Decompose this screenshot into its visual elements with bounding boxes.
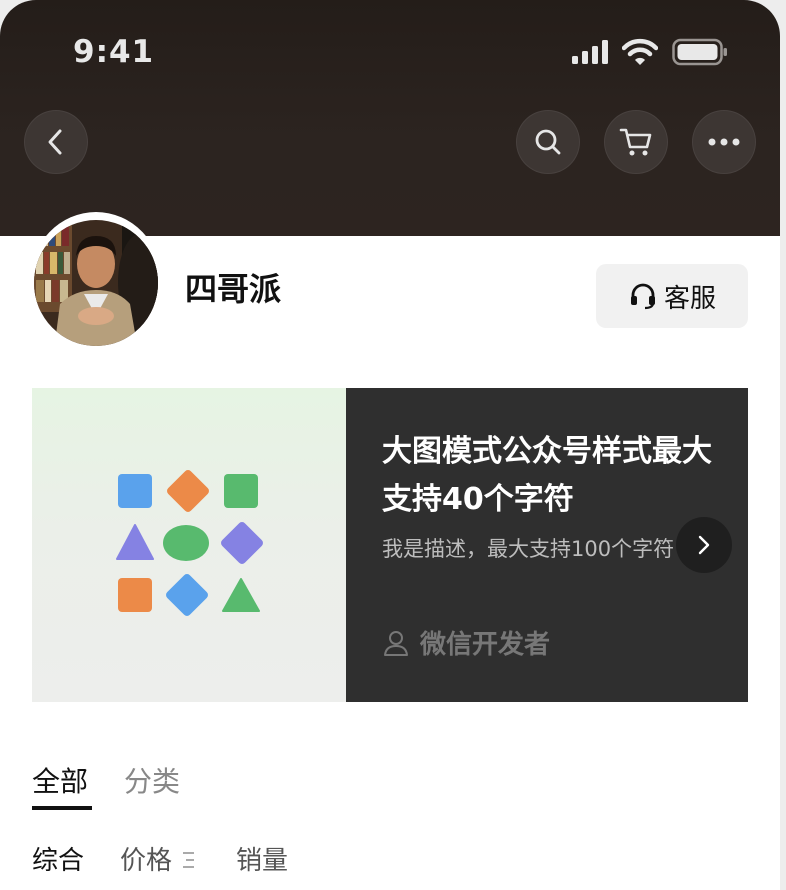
cart-icon [619,128,652,156]
tab-category[interactable]: 分类 [124,760,180,800]
avatar-photo [34,220,158,346]
search-button[interactable] [516,110,580,174]
shop-header: 9:41 [0,0,780,236]
battery-icon [672,38,727,66]
customer-service-label: 客服 [663,283,716,314]
search-icon [535,129,561,155]
banner-image [32,388,346,702]
banner-info: 大图模式公众号样式最大支持40个字符 我是描述，最大支持100个字符 微信开发者 [346,388,748,702]
sort-price-label: 价格 [120,846,173,876]
tab-active-indicator [32,806,92,810]
sort-sales[interactable]: 销量 [236,840,288,877]
shapes-illustration [116,470,263,616]
sort-arrows-icon [183,852,195,868]
customer-service-button[interactable]: 客服 [596,264,748,328]
banner-author: 微信开发者 [382,624,550,661]
headset-icon [630,283,655,310]
banner-next-button[interactable] [676,517,732,573]
chevron-left-icon [48,129,62,155]
shop-avatar[interactable] [30,212,162,350]
wifi-icon [622,38,658,65]
shop-name: 四哥派 [185,270,282,308]
banner-description: 我是描述，最大支持100个字符 [382,537,675,561]
cellular-signal-icon [572,40,608,64]
banner-title: 大图模式公众号样式最大支持40个字符 [382,434,712,517]
sort-comprehensive[interactable]: 综合 [32,840,84,877]
more-icon [708,138,740,146]
chevron-right-icon [698,535,710,555]
status-time: 9:41 [73,34,155,70]
article-banner[interactable]: 大图模式公众号样式最大支持40个字符 我是描述，最大支持100个字符 微信开发者 [32,388,748,702]
sort-price[interactable]: 价格 [120,840,196,877]
cart-button[interactable] [604,110,668,174]
more-button[interactable] [692,110,756,174]
banner-author-name: 微信开发者 [420,630,551,660]
tab-all[interactable]: 全部 [32,760,88,800]
user-icon [384,630,408,656]
back-button[interactable] [24,110,88,174]
phone-screen: 9:41 四哥派 客服 大图模式公众号样式最大支持40个字符 我是描述，最大支持… [0,0,780,890]
